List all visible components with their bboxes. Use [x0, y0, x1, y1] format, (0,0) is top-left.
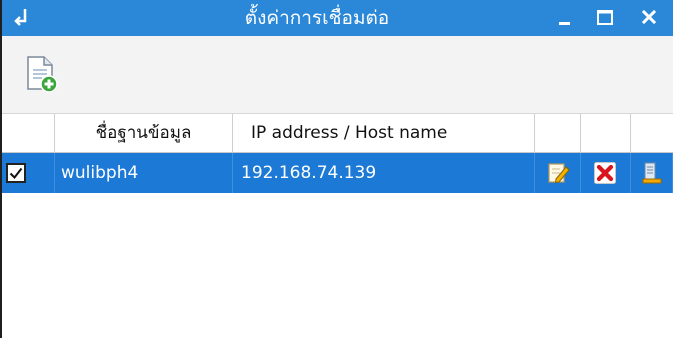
table-row[interactable]: wulibph4 192.168.74.139	[2, 153, 673, 193]
connection-settings-window: ตั้งค่าการเชื่อมต่อ ชื่อฐานข้อมูล IP add…	[0, 0, 673, 338]
add-connection-icon	[27, 56, 58, 93]
minimize-button[interactable]	[545, 0, 585, 36]
header-db	[631, 114, 673, 152]
title-bar[interactable]: ตั้งค่าการเชื่อมต่อ	[2, 0, 673, 36]
toolbar	[2, 36, 673, 114]
host-address: 192.168.74.139	[233, 153, 535, 193]
header-select	[2, 114, 55, 152]
app-icon	[14, 9, 27, 26]
header-delete	[581, 114, 631, 152]
database-cell	[631, 153, 673, 193]
edit-cell	[535, 153, 581, 193]
database-icon[interactable]	[640, 161, 664, 185]
table-header: ชื่อฐานข้อมูล IP address / Host name	[2, 114, 673, 153]
edit-icon[interactable]	[546, 161, 570, 185]
close-button[interactable]	[629, 0, 669, 36]
delete-cell	[581, 153, 631, 193]
database-name: wulibph4	[55, 153, 233, 193]
checkmark-icon	[9, 167, 23, 180]
add-connection-button[interactable]	[22, 54, 60, 94]
row-select-cell	[2, 153, 55, 193]
delete-icon[interactable]	[593, 161, 617, 185]
window-title: ตั้งค่าการเชื่อมต่อ	[244, 7, 390, 29]
close-icon	[641, 9, 657, 25]
header-database[interactable]: ชื่อฐานข้อมูล	[55, 114, 233, 152]
maximize-button[interactable]	[585, 0, 625, 36]
header-edit	[535, 114, 581, 152]
row-checkbox[interactable]	[6, 163, 26, 183]
header-host[interactable]: IP address / Host name	[233, 114, 535, 152]
minimize-icon	[559, 22, 570, 25]
